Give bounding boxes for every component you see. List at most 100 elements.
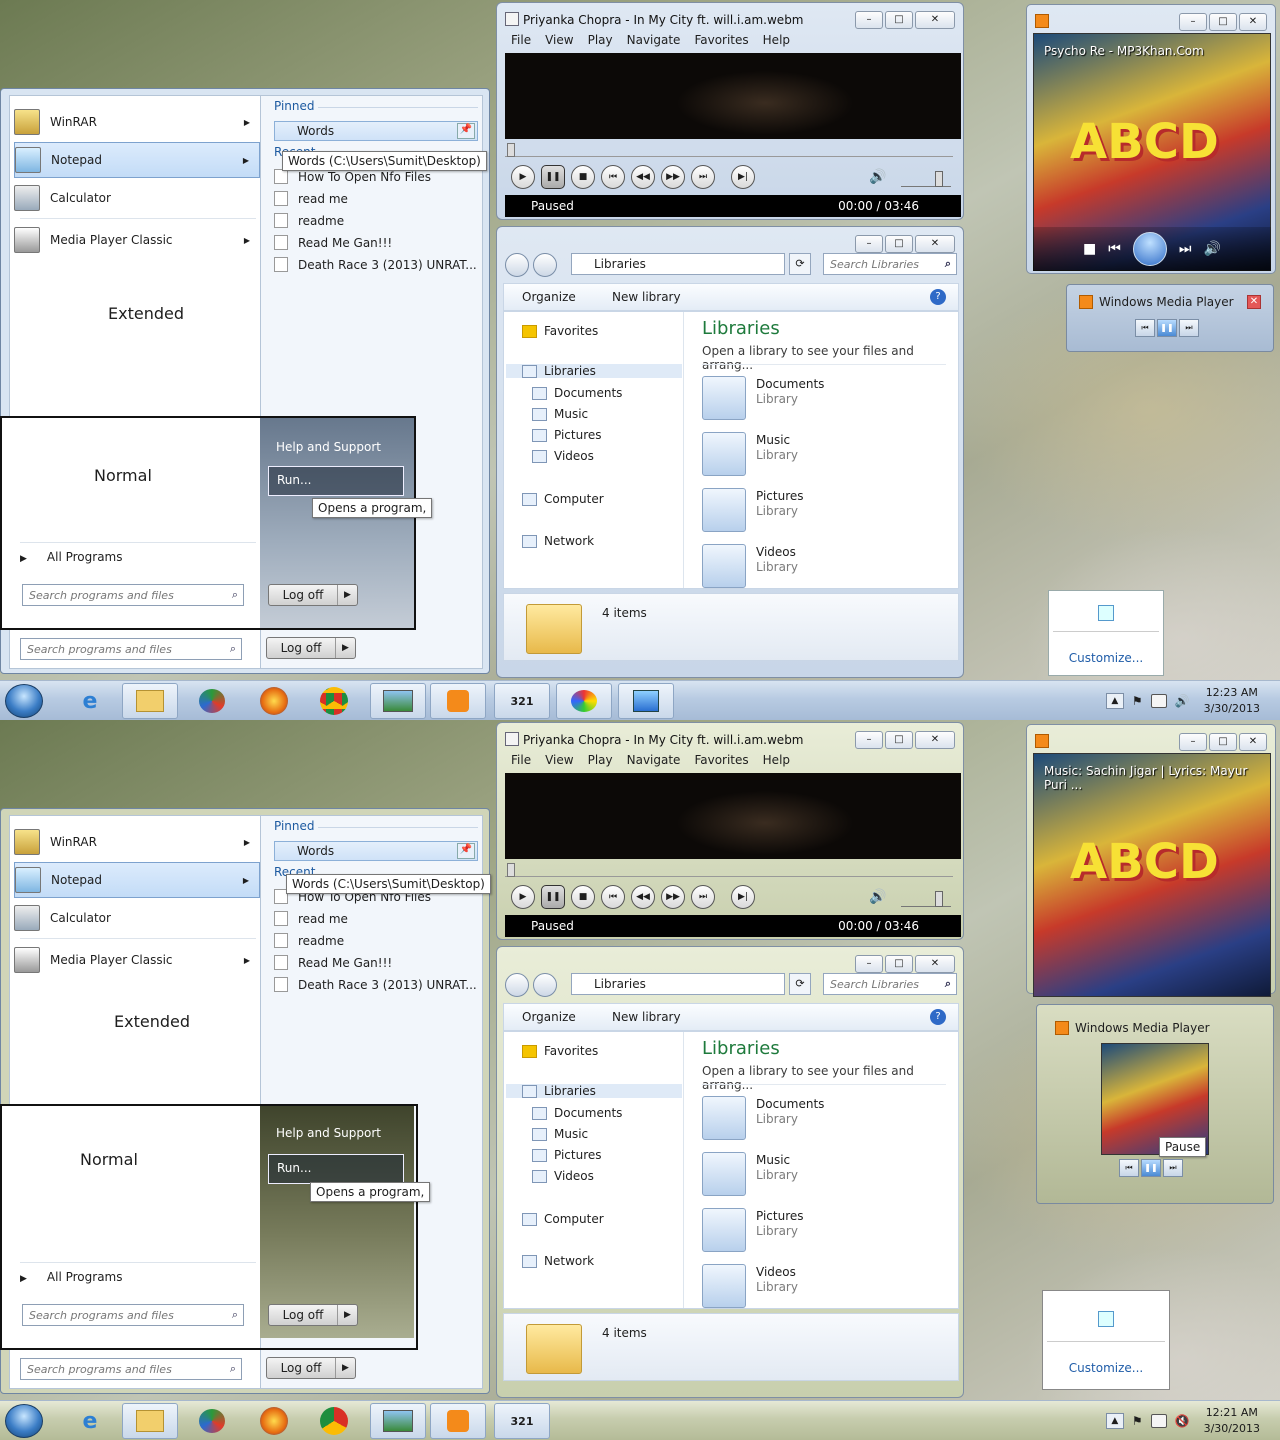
minimize-button[interactable]: – [855,235,883,253]
network-icon[interactable] [1150,1414,1167,1428]
photo-viewer-icon[interactable] [370,683,426,719]
explorer-icon[interactable] [122,1403,178,1439]
minimize-button[interactable]: – [855,955,883,973]
nav-music[interactable]: Music [532,407,588,421]
frame-step-icon[interactable]: ▶| [731,165,755,189]
chrome-icon[interactable] [306,1403,362,1439]
library-music[interactable]: Music Library [702,1152,798,1196]
run-button[interactable]: Run... [268,466,404,496]
library-videos[interactable]: Videos Library [702,1264,798,1308]
forward-icon[interactable]: ▶▶ [661,885,685,909]
play-icon[interactable]: ▶ [511,165,535,189]
maximize-button[interactable]: □ [885,235,913,253]
logoff-button[interactable]: Log off ▶ [268,584,358,606]
refresh-button[interactable]: ⟳ [789,973,811,995]
next-icon[interactable]: ⏭ [1163,1159,1183,1177]
library-documents[interactable]: Documents Library [702,1096,824,1140]
previous-icon[interactable]: ⏮ [1135,319,1155,337]
help-and-support[interactable]: Help and Support [276,440,381,454]
pin-icon[interactable]: 📌 [457,843,475,859]
menu-view[interactable]: View [545,33,573,47]
recent-item[interactable]: How To Open Nfo Files [274,169,431,184]
address-bar[interactable]: Libraries [571,253,785,275]
ie-icon[interactable]: e [62,683,118,719]
logoff-button[interactable]: Log off ▶ [266,637,356,659]
menu-play[interactable]: Play [588,33,613,47]
program-notepad[interactable]: Notepad ▶ [14,142,260,178]
recent-item[interactable]: read me [274,911,348,926]
nav-libraries[interactable]: Libraries [506,1084,682,1098]
firefox-icon[interactable] [246,1403,302,1439]
menu-help[interactable]: Help [763,753,790,767]
all-programs-button[interactable]: All Programs [20,550,123,564]
volume-handle[interactable] [935,891,943,907]
video-area[interactable] [505,773,961,859]
search-libraries-input[interactable]: Search Libraries ⌕ [823,253,957,275]
help-icon[interactable]: ? [930,289,946,305]
firefox-icon[interactable] [246,683,302,719]
close-button[interactable]: ✕ [1247,295,1261,309]
mpc-icon[interactable]: 321 [494,683,550,719]
forward-button[interactable] [533,253,557,277]
refresh-button[interactable]: ⟳ [789,253,811,275]
next-icon[interactable]: ⏭ [1179,319,1199,337]
back-button[interactable] [505,253,529,277]
search-input[interactable]: Search programs and files ⌕ [22,584,244,606]
close-button[interactable]: ✕ [915,731,955,749]
tray-app-icon[interactable] [1098,1311,1114,1327]
explorer-icon[interactable] [122,683,178,719]
mpc-icon[interactable]: 321 [494,1403,550,1439]
close-button[interactable]: ✕ [1239,13,1267,31]
minimize-button[interactable]: – [1179,733,1207,751]
nav-favorites[interactable]: Favorites [522,324,598,338]
recent-item[interactable]: Read Me Gan!!! [274,955,392,970]
close-button[interactable]: ✕ [915,11,955,29]
organize-button[interactable]: Organize [522,1010,576,1024]
seek-bar[interactable] [505,143,953,157]
pause-icon[interactable]: ❚❚ [1141,1159,1161,1177]
nav-favorites[interactable]: Favorites [522,1044,598,1058]
program-winrar[interactable]: WinRAR ▶ [14,824,260,860]
volume-slider[interactable] [901,891,951,907]
rewind-icon[interactable]: ◀◀ [631,165,655,189]
nav-videos[interactable]: Videos [532,449,594,463]
play-icon[interactable]: ▶ [511,885,535,909]
ie-icon[interactable]: e [62,1403,118,1439]
show-hidden-icons-button[interactable]: ▲ [1105,1413,1124,1429]
volume-icon[interactable]: 🔊 [869,169,886,185]
nav-documents[interactable]: Documents [532,1106,622,1120]
wmp-icon[interactable] [430,683,486,719]
help-icon[interactable]: ? [930,1009,946,1025]
volume-icon[interactable]: 🔊 [1175,694,1190,708]
close-button[interactable]: ✕ [1239,733,1267,751]
run-button[interactable]: Run... [268,1154,404,1184]
menu-navigate[interactable]: Navigate [627,33,681,47]
pause-icon[interactable]: ❚❚ [541,885,565,909]
wmp-icon[interactable] [430,1403,486,1439]
maximize-button[interactable]: □ [885,11,913,29]
organize-button[interactable]: Organize [522,290,576,304]
previous-icon[interactable]: ⏮ [601,165,625,189]
clock[interactable]: 12:21 AM 3/30/2013 [1204,1405,1260,1437]
menu-file[interactable]: File [511,753,531,767]
library-pictures[interactable]: Pictures Library [702,488,804,532]
nav-network[interactable]: Network [522,1254,594,1268]
previous-icon[interactable]: ⏮ [1108,241,1121,257]
volume-slider[interactable] [901,171,951,187]
pause-icon[interactable]: ❚❚ [541,165,565,189]
action-center-flag-icon[interactable]: ⚑ [1132,694,1143,708]
previous-icon[interactable]: ⏮ [1119,1159,1139,1177]
library-music[interactable]: Music Library [702,432,798,476]
clock[interactable]: 12:23 AM 3/30/2013 [1204,685,1260,717]
menu-view[interactable]: View [545,753,573,767]
menu-favorites[interactable]: Favorites [694,753,748,767]
minimize-button[interactable]: – [1179,13,1207,31]
program-winrar[interactable]: WinRAR ▶ [14,104,260,140]
search-libraries-input[interactable]: Search Libraries ⌕ [823,973,957,995]
all-programs-button[interactable]: All Programs [20,1270,123,1284]
tray-app-icon[interactable] [1098,605,1114,621]
forward-button[interactable] [533,973,557,997]
menu-navigate[interactable]: Navigate [627,753,681,767]
stop-icon[interactable]: ■ [571,885,595,909]
maximize-button[interactable]: □ [1209,733,1237,751]
